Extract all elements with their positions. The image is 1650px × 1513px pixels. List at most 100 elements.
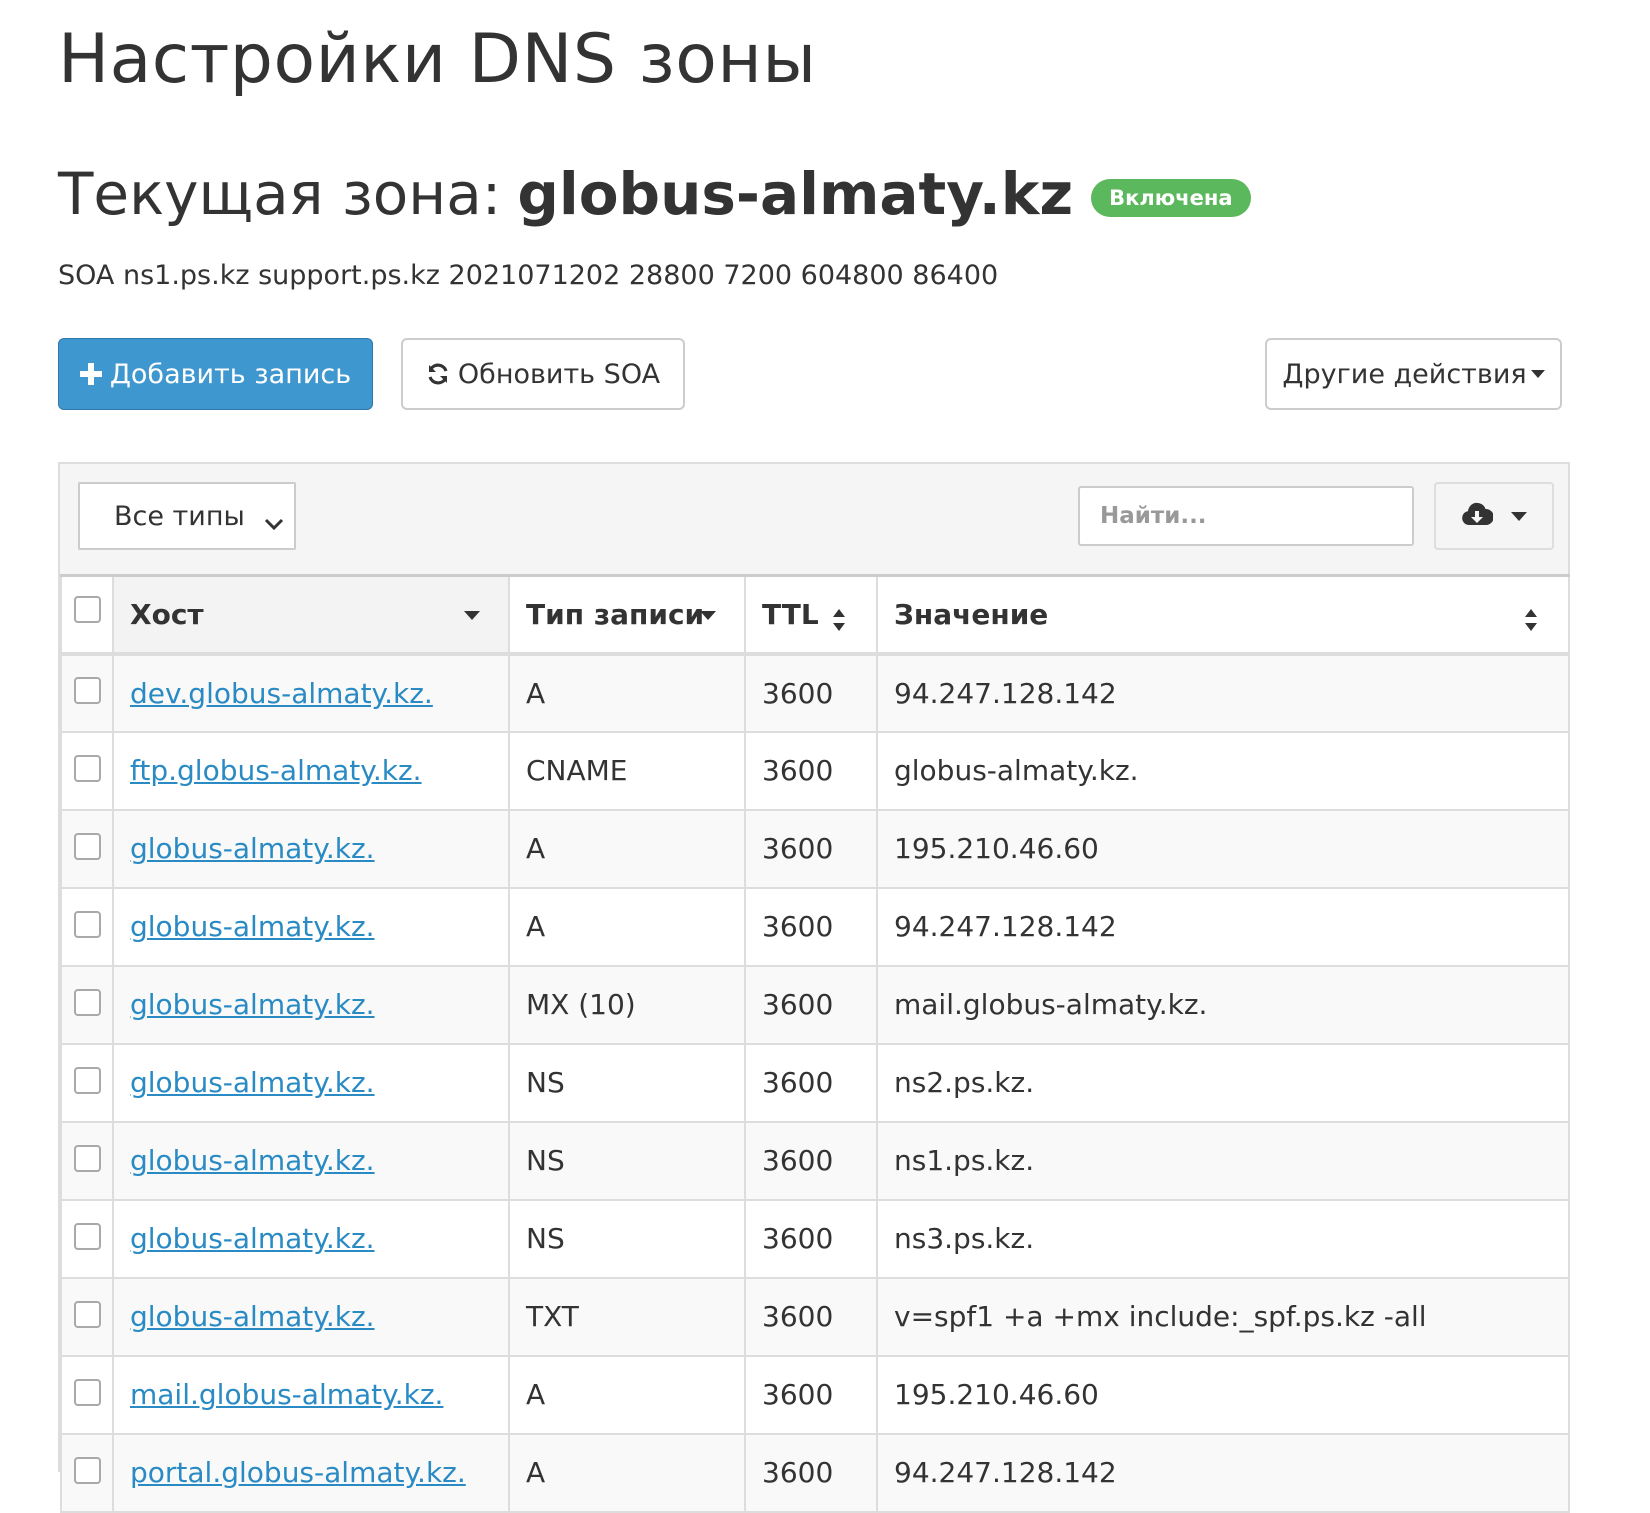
host-link[interactable]: globus-almaty.kz. <box>130 1222 375 1255</box>
table-row: globus-almaty.kz. NS 3600 ns1.ps.kz. <box>60 1120 1570 1201</box>
host-cell: globus-almaty.kz. <box>112 808 510 889</box>
caret-down-icon <box>1511 511 1527 521</box>
record-type-select[interactable]: Все типы <box>78 482 296 550</box>
row-checkbox[interactable] <box>73 754 101 782</box>
records-toolbar: Все типы <box>60 464 1568 576</box>
type-cell: A <box>508 808 746 889</box>
row-select-cell <box>60 730 114 811</box>
sort-icon <box>832 605 846 638</box>
refresh-soa-button[interactable]: Обновить SOA <box>401 338 685 410</box>
select-all-cell <box>60 574 114 656</box>
type-cell: CNAME <box>508 730 746 811</box>
ttl-cell: 3600 <box>744 964 878 1045</box>
host-cell: mail.globus-almaty.kz. <box>112 1354 510 1435</box>
row-checkbox[interactable] <box>73 677 101 704</box>
select-all-checkbox[interactable] <box>73 596 101 624</box>
table-row: portal.globus-almaty.kz. A 3600 94.247.128.… <box>60 1432 1570 1513</box>
table-row: globus-almaty.kz. MX (10) 3600 mail.globus-… <box>60 964 1570 1045</box>
host-link[interactable]: globus-almaty.kz. <box>130 1144 375 1177</box>
host-link[interactable]: dev.globus-almaty.kz. <box>130 677 433 710</box>
plus-icon <box>79 363 102 385</box>
host-cell: globus-almaty.kz. <box>112 1276 510 1357</box>
table-row: mail.globus-almaty.kz. A 3600 195.210.46.60 <box>60 1354 1570 1435</box>
current-zone-heading: Текущая зона: globus-almaty.kz Включена <box>58 160 1251 228</box>
ttl-cell: 3600 <box>744 730 878 811</box>
column-header-ttl[interactable]: TTL <box>744 574 878 656</box>
host-cell: globus-almaty.kz. <box>112 1120 510 1201</box>
chevron-down-icon <box>264 508 284 539</box>
row-checkbox[interactable] <box>73 1222 101 1250</box>
row-select-cell <box>60 964 114 1045</box>
value-cell: v=spf1 +a +mx include:_spf.ps.kz -all <box>876 1276 1570 1357</box>
row-checkbox[interactable] <box>73 1456 101 1484</box>
type-cell: A <box>508 1432 746 1513</box>
records-panel: Все типы Найти... Хост Тип записи TTL Зн… <box>58 462 1570 1513</box>
ttl-cell: 3600 <box>744 886 878 967</box>
table-row: globus-almaty.kz. NS 3600 ns2.ps.kz. <box>60 1042 1570 1123</box>
export-dropdown-button[interactable] <box>1434 482 1554 550</box>
table-header-row: Хост Тип записи TTL Значение <box>60 574 1570 656</box>
row-checkbox[interactable] <box>73 1144 101 1172</box>
status-badge: Включена <box>1091 179 1251 217</box>
host-link[interactable]: ftp.globus-almaty.kz. <box>130 754 422 787</box>
host-link[interactable]: mail.globus-almaty.kz. <box>130 1378 443 1411</box>
column-header-value[interactable]: Значение <box>876 574 1570 656</box>
host-link[interactable]: globus-almaty.kz. <box>130 832 375 865</box>
add-record-button[interactable]: Добавить запись <box>58 338 373 410</box>
host-link[interactable]: globus-almaty.kz. <box>130 1066 375 1099</box>
host-link[interactable]: portal.globus-almaty.kz. <box>130 1456 466 1489</box>
record-type-select-value: Все типы <box>114 500 245 532</box>
type-cell: NS <box>508 1120 746 1201</box>
value-cell: globus-almaty.kz. <box>876 730 1570 811</box>
add-record-label: Добавить запись <box>109 358 352 390</box>
row-checkbox[interactable] <box>73 1300 101 1328</box>
host-link[interactable]: globus-almaty.kz. <box>130 1300 375 1333</box>
table-row: globus-almaty.kz. A 3600 94.247.128.142 <box>60 886 1570 967</box>
row-checkbox[interactable] <box>73 1066 101 1094</box>
value-cell: 94.247.128.142 <box>876 886 1570 967</box>
row-select-cell <box>60 1120 114 1201</box>
value-cell: ns1.ps.kz. <box>876 1120 1570 1201</box>
dns-zone-settings-page: Настройки DNS зоны Текущая зона: globus-… <box>0 0 1650 1513</box>
column-header-host[interactable]: Хост <box>112 574 510 656</box>
row-select-cell <box>60 1354 114 1435</box>
column-header-ttl-label: TTL <box>762 597 819 631</box>
table-row: globus-almaty.kz. NS 3600 ns3.ps.kz. <box>60 1198 1570 1279</box>
ttl-cell: 3600 <box>744 808 878 889</box>
row-checkbox[interactable] <box>73 832 101 860</box>
type-cell: MX (10) <box>508 964 746 1045</box>
host-cell: portal.globus-almaty.kz. <box>112 1432 510 1513</box>
table-row: globus-almaty.kz. A 3600 195.210.46.60 <box>60 808 1570 889</box>
value-cell: ns3.ps.kz. <box>876 1198 1570 1279</box>
value-cell: 195.210.46.60 <box>876 808 1570 889</box>
value-cell: mail.globus-almaty.kz. <box>876 964 1570 1045</box>
value-cell: 195.210.46.60 <box>876 1354 1570 1435</box>
row-checkbox[interactable] <box>73 910 101 938</box>
row-checkbox[interactable] <box>73 1378 101 1406</box>
caret-down-icon <box>1530 370 1545 378</box>
sort-icon <box>1524 605 1538 638</box>
host-link[interactable]: globus-almaty.kz. <box>130 910 375 943</box>
current-zone-label: Текущая зона: <box>58 160 502 228</box>
ttl-cell: 3600 <box>744 652 878 733</box>
table-row: globus-almaty.kz. TXT 3600 v=spf1 +a +mx in… <box>60 1276 1570 1357</box>
row-checkbox[interactable] <box>73 988 101 1016</box>
refresh-soa-label: Обновить SOA <box>457 358 661 390</box>
search-input[interactable] <box>1078 486 1414 546</box>
other-actions-label: Другие действия <box>1282 358 1527 390</box>
value-cell: 94.247.128.142 <box>876 1432 1570 1513</box>
type-cell: TXT <box>508 1276 746 1357</box>
host-link[interactable]: globus-almaty.kz. <box>130 988 375 1021</box>
host-cell: globus-almaty.kz. <box>112 1198 510 1279</box>
value-cell: 94.247.128.142 <box>876 652 1570 733</box>
type-cell: NS <box>508 1198 746 1279</box>
other-actions-dropdown[interactable]: Другие действия <box>1265 338 1562 410</box>
host-cell: globus-almaty.kz. <box>112 1042 510 1123</box>
records-table-body: dev.globus-almaty.kz. A 3600 94.247.128.142… <box>60 652 1570 1513</box>
column-header-value-label: Значение <box>894 597 1049 631</box>
row-select-cell <box>60 652 114 733</box>
column-header-type[interactable]: Тип записи <box>508 574 746 656</box>
table-row: ftp.globus-almaty.kz. CNAME 3600 globus-alm… <box>60 730 1570 811</box>
ttl-cell: 3600 <box>744 1432 878 1513</box>
records-table: Хост Тип записи TTL Значение dev.globus-… <box>60 574 1570 1513</box>
